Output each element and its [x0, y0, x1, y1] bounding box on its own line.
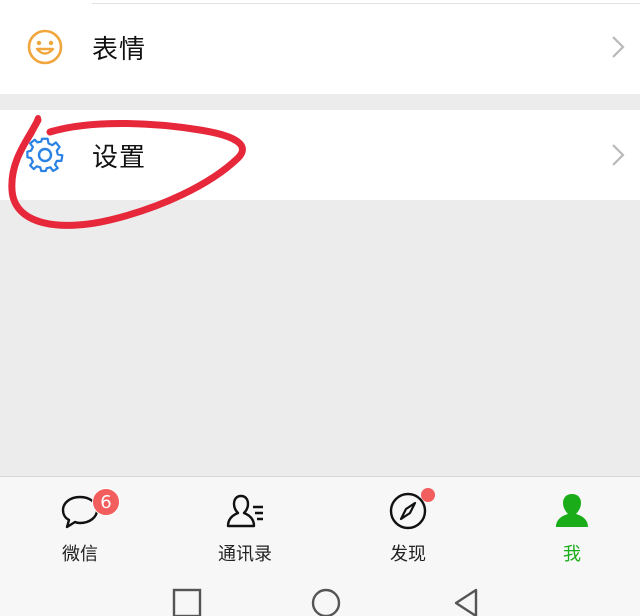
- divider: [92, 3, 640, 4]
- person-icon: [556, 494, 588, 527]
- chevron-right-icon: [612, 36, 625, 58]
- unread-badge: 6: [92, 488, 120, 516]
- tab-label: 我: [563, 544, 581, 565]
- recent-apps-icon[interactable]: [171, 587, 203, 616]
- tab-contacts[interactable]: 通讯录: [185, 483, 305, 569]
- list-item-settings[interactable]: 设置: [0, 110, 640, 200]
- home-icon[interactable]: [310, 587, 342, 616]
- tab-discover[interactable]: 发现: [348, 483, 468, 569]
- bottom-tab-bar: 6 微信 通讯录 发现 我: [0, 476, 640, 577]
- list-item-label: 设置: [92, 142, 147, 173]
- smiley-icon: [27, 29, 63, 65]
- list-item-label: 表情: [92, 34, 147, 65]
- tab-label: 发现: [390, 544, 426, 565]
- tab-chats[interactable]: 6 微信: [20, 483, 140, 569]
- wechat-me-screen: 表情 设置 6 微信 通讯录 发现 我: [0, 0, 640, 616]
- tab-me[interactable]: 我: [512, 483, 632, 569]
- list-item-emoji[interactable]: 表情: [0, 0, 640, 94]
- gear-icon: [26, 137, 64, 173]
- back-icon[interactable]: [450, 587, 482, 616]
- tab-label: 通讯录: [218, 544, 272, 565]
- tab-label: 微信: [62, 544, 98, 565]
- chevron-right-icon: [612, 144, 625, 166]
- system-nav-bar: [0, 577, 640, 616]
- contacts-icon: [226, 494, 263, 528]
- notification-dot: [421, 488, 435, 502]
